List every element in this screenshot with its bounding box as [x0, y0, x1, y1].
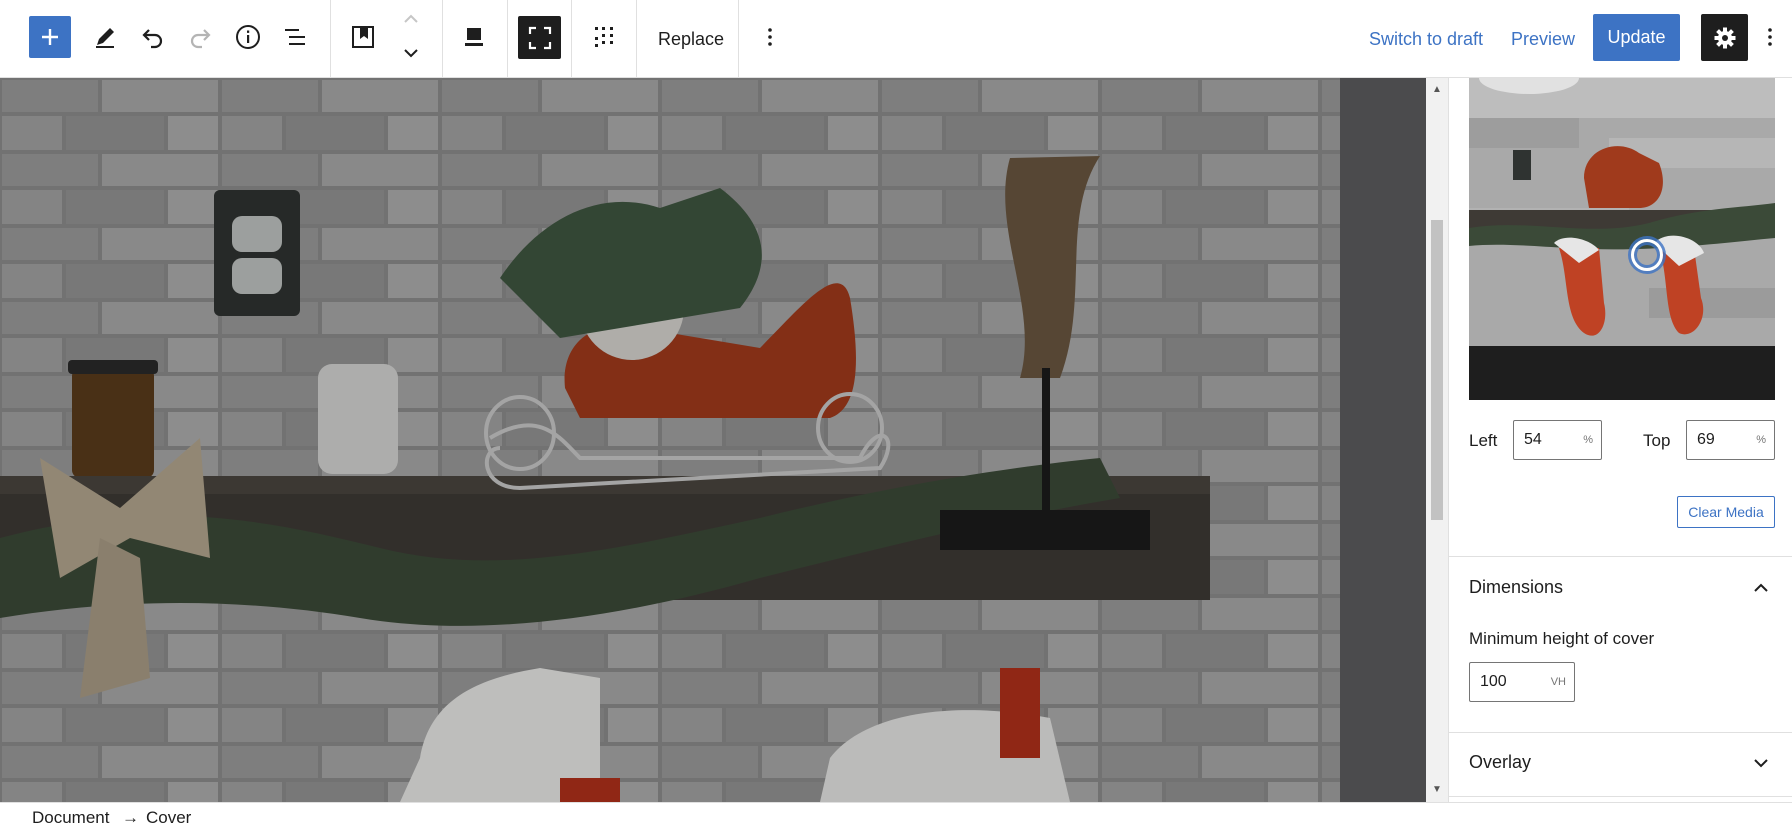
gear-icon	[1714, 27, 1735, 48]
min-height-input[interactable]: 100 VH	[1469, 662, 1575, 702]
overlay-panel-header[interactable]: Overlay	[1449, 734, 1792, 794]
update-button[interactable]: Update	[1593, 14, 1680, 61]
min-height-unit: VH	[1550, 676, 1566, 688]
block-options-button[interactable]	[748, 15, 792, 59]
block-layout-button[interactable]	[582, 15, 626, 59]
focal-top-unit: %	[1756, 434, 1766, 446]
focal-point-handle[interactable]	[1631, 239, 1663, 271]
plus-icon	[42, 29, 58, 45]
chevron-down-icon	[1754, 759, 1768, 768]
toolbar-divider	[507, 0, 508, 78]
cover-block-icon	[352, 26, 374, 48]
toolbar-divider	[571, 0, 572, 78]
move-up-button[interactable]	[400, 10, 422, 28]
redo-icon	[190, 29, 211, 49]
undo-button[interactable]	[131, 15, 175, 59]
panel-divider	[1449, 732, 1792, 733]
scroll-thumb[interactable]	[1431, 220, 1443, 520]
chevron-up-icon	[1754, 583, 1768, 592]
focal-left-label: Left	[1469, 431, 1498, 450]
details-button[interactable]	[226, 15, 270, 59]
fullscreen-icon	[528, 26, 551, 49]
block-settings-sidebar: Left 54 % Top 69 % Clear Media Dimension…	[1448, 78, 1792, 802]
editor-toolbar: Replace Switch to draft Preview Update	[0, 0, 1792, 78]
preview-button[interactable]: Preview	[1511, 24, 1575, 54]
focal-top-input[interactable]: 69 %	[1686, 420, 1775, 460]
more-vertical-icon	[768, 28, 772, 46]
scroll-up-arrow[interactable]: ▲	[1431, 84, 1443, 96]
chevron-up-icon	[404, 14, 418, 23]
list-view-icon	[285, 29, 305, 45]
cover-image	[0, 78, 1426, 802]
dimensions-panel-header[interactable]: Dimensions	[1449, 558, 1792, 618]
focal-left-unit: %	[1583, 434, 1593, 446]
panel-divider	[1449, 556, 1792, 557]
tools-button[interactable]	[83, 15, 127, 59]
content-position-button[interactable]	[452, 15, 496, 59]
panel-divider	[1449, 796, 1792, 797]
pencil-icon	[96, 28, 114, 48]
editor-canvas[interactable]	[0, 78, 1426, 802]
clear-media-button[interactable]: Clear Media	[1677, 496, 1775, 528]
block-type-button[interactable]	[341, 15, 385, 59]
media-preview-image	[1469, 78, 1775, 400]
breadcrumb-separator: →	[122, 808, 139, 827]
toolbar-divider	[636, 0, 637, 78]
toolbar-divider	[330, 0, 331, 78]
min-height-label: Minimum height of cover	[1469, 629, 1655, 648]
focal-point-picker[interactable]	[1469, 78, 1775, 400]
chevron-down-icon	[404, 49, 418, 58]
switch-to-draft-button[interactable]: Switch to draft	[1369, 24, 1483, 54]
focal-top-value: 69	[1697, 431, 1715, 448]
focal-top-label: Top	[1643, 431, 1671, 450]
align-top-icon	[465, 28, 483, 46]
info-icon	[236, 25, 260, 49]
replace-media-button[interactable]: Replace	[640, 24, 742, 54]
breadcrumb-cover[interactable]: Cover	[146, 808, 191, 828]
more-vertical-icon	[1768, 28, 1772, 46]
dimensions-panel-title: Dimensions	[1469, 577, 1564, 597]
scroll-down-arrow[interactable]: ▼	[1431, 784, 1443, 796]
focal-left-value: 54	[1524, 431, 1542, 448]
block-breadcrumb: Document → Cover	[0, 802, 1792, 832]
options-menu-button[interactable]	[1752, 15, 1788, 59]
min-height-value: 100	[1480, 673, 1507, 690]
undo-icon	[142, 29, 163, 49]
full-height-toggle[interactable]	[518, 16, 561, 59]
grid-dots-icon	[595, 27, 613, 47]
canvas-scrollbar[interactable]: ▲ ▼	[1426, 78, 1448, 802]
settings-button[interactable]	[1701, 14, 1748, 61]
focal-left-input[interactable]: 54 %	[1513, 420, 1602, 460]
list-view-button[interactable]	[273, 15, 317, 59]
redo-button[interactable]	[178, 15, 222, 59]
toolbar-divider	[442, 0, 443, 78]
breadcrumb-document[interactable]: Document	[32, 808, 109, 828]
block-inserter-button[interactable]	[29, 16, 71, 58]
toolbar-divider	[738, 0, 739, 78]
overlay-panel-title: Overlay	[1469, 752, 1532, 772]
move-down-button[interactable]	[400, 44, 422, 62]
